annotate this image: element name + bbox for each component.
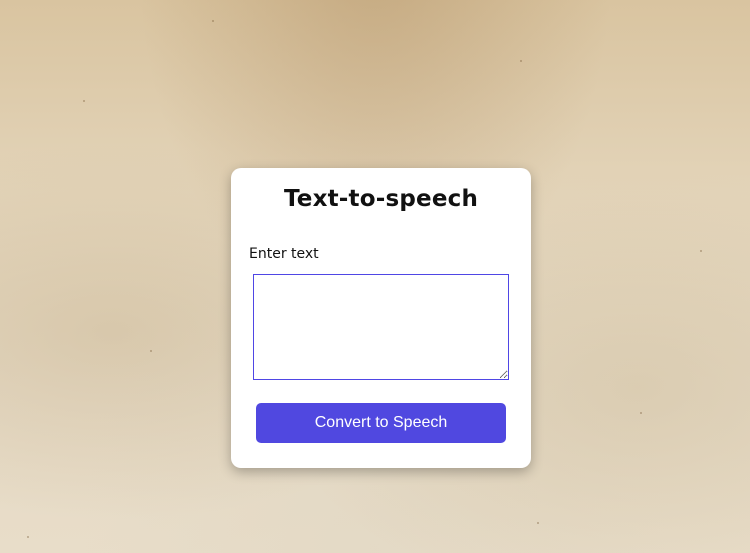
paper-speck bbox=[83, 100, 85, 102]
paper-speck bbox=[150, 350, 152, 352]
paper-speck bbox=[700, 250, 702, 252]
enter-text-label: Enter text bbox=[249, 246, 319, 262]
card-title: Text-to-speech bbox=[283, 186, 479, 212]
convert-to-speech-button[interactable]: Convert to Speech bbox=[256, 403, 506, 443]
paper-speck bbox=[27, 536, 29, 538]
text-to-speech-card: Text-to-speech Enter text Convert to Spe… bbox=[231, 168, 531, 468]
text-input[interactable] bbox=[253, 274, 509, 380]
paper-speck bbox=[640, 412, 642, 414]
paper-speck bbox=[520, 60, 522, 62]
paper-speck bbox=[212, 20, 214, 22]
paper-speck bbox=[537, 522, 539, 524]
